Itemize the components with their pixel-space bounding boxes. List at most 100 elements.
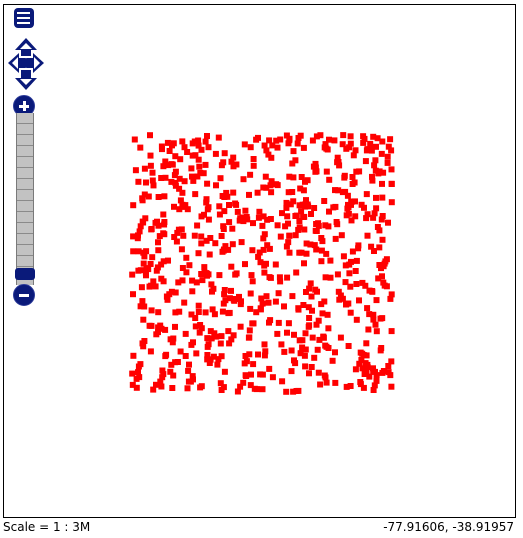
point-marker[interactable] [259, 300, 266, 307]
point-marker[interactable] [322, 374, 329, 381]
point-marker[interactable] [229, 225, 236, 232]
point-marker[interactable] [262, 173, 269, 180]
point-marker[interactable] [140, 316, 147, 323]
point-marker[interactable] [273, 137, 280, 144]
point-marker[interactable] [228, 263, 235, 270]
point-marker[interactable] [373, 297, 380, 304]
point-marker[interactable] [370, 316, 377, 323]
point-marker[interactable] [131, 136, 138, 143]
point-marker[interactable] [147, 152, 154, 159]
point-marker[interactable] [221, 150, 228, 157]
point-marker[interactable] [247, 144, 254, 151]
point-marker[interactable] [373, 205, 380, 212]
point-marker[interactable] [325, 325, 332, 332]
point-marker[interactable] [288, 347, 295, 354]
point-marker[interactable] [357, 379, 364, 385]
point-marker[interactable] [290, 198, 297, 205]
point-marker[interactable] [283, 132, 290, 139]
point-marker[interactable] [322, 274, 329, 281]
point-marker[interactable] [364, 146, 371, 153]
point-marker[interactable] [215, 134, 222, 141]
point-marker[interactable] [300, 302, 307, 308]
point-marker[interactable] [143, 179, 149, 186]
point-marker[interactable] [226, 202, 232, 208]
point-marker[interactable] [340, 132, 347, 139]
point-marker[interactable] [198, 240, 205, 247]
point-marker[interactable] [191, 232, 198, 239]
point-marker[interactable] [182, 202, 189, 209]
point-marker[interactable] [336, 296, 343, 303]
point-marker[interactable] [147, 162, 154, 169]
point-marker[interactable] [308, 364, 315, 370]
point-marker[interactable] [143, 248, 150, 255]
point-marker[interactable] [334, 221, 341, 228]
point-marker[interactable] [246, 191, 252, 198]
point-marker[interactable] [327, 257, 334, 264]
point-marker[interactable] [243, 214, 250, 220]
point-marker[interactable] [332, 203, 339, 210]
point-marker[interactable] [181, 178, 188, 185]
point-marker[interactable] [259, 222, 266, 229]
point-marker[interactable] [283, 199, 290, 206]
point-marker[interactable] [275, 290, 282, 297]
point-marker[interactable] [250, 361, 257, 368]
point-marker[interactable] [230, 296, 237, 303]
point-marker[interactable] [184, 149, 191, 155]
point-marker[interactable] [237, 215, 244, 222]
point-marker[interactable] [220, 384, 227, 391]
point-marker[interactable] [377, 315, 384, 322]
point-marker[interactable] [130, 291, 136, 298]
point-marker[interactable] [240, 379, 247, 386]
point-marker[interactable] [388, 383, 395, 390]
point-marker[interactable] [307, 280, 314, 287]
point-marker[interactable] [317, 132, 324, 139]
point-marker[interactable] [198, 271, 205, 277]
point-marker[interactable] [158, 275, 165, 282]
point-marker[interactable] [388, 181, 395, 187]
point-marker[interactable] [370, 365, 376, 372]
point-marker[interactable] [180, 232, 187, 239]
point-marker[interactable] [285, 140, 292, 147]
point-marker[interactable] [290, 148, 297, 155]
point-marker[interactable] [262, 348, 269, 355]
point-marker[interactable] [298, 208, 305, 215]
point-marker[interactable] [288, 368, 295, 375]
point-marker[interactable] [265, 151, 272, 158]
point-marker[interactable] [172, 179, 179, 186]
point-marker[interactable] [279, 210, 285, 217]
point-marker[interactable] [286, 249, 293, 256]
point-marker[interactable] [136, 374, 143, 381]
point-marker[interactable] [224, 193, 231, 200]
point-marker[interactable] [162, 174, 169, 181]
point-marker[interactable] [335, 288, 342, 295]
point-marker[interactable] [204, 180, 211, 187]
point-marker[interactable] [168, 361, 175, 368]
point-marker[interactable] [176, 206, 183, 213]
point-marker[interactable] [150, 182, 157, 189]
point-marker[interactable] [197, 384, 204, 391]
point-marker[interactable] [302, 330, 309, 337]
point-marker[interactable] [359, 350, 366, 357]
point-marker[interactable] [141, 303, 148, 310]
point-marker[interactable] [208, 335, 215, 342]
point-marker[interactable] [192, 152, 199, 159]
point-marker[interactable] [228, 287, 234, 294]
point-marker[interactable] [139, 298, 146, 305]
point-marker[interactable] [141, 253, 148, 260]
point-marker[interactable] [207, 328, 214, 335]
point-marker[interactable] [138, 284, 145, 291]
point-marker[interactable] [306, 315, 313, 321]
point-marker[interactable] [342, 188, 349, 195]
point-marker[interactable] [321, 198, 328, 204]
point-marker[interactable] [313, 321, 320, 328]
point-marker[interactable] [148, 226, 155, 233]
point-marker[interactable] [363, 191, 370, 198]
point-marker[interactable] [373, 377, 380, 384]
point-marker[interactable] [292, 157, 299, 164]
point-marker[interactable] [174, 359, 181, 365]
point-marker[interactable] [326, 208, 332, 215]
point-marker[interactable] [172, 153, 179, 160]
point-marker[interactable] [378, 150, 385, 157]
point-marker[interactable] [130, 352, 137, 359]
point-marker[interactable] [139, 195, 146, 202]
